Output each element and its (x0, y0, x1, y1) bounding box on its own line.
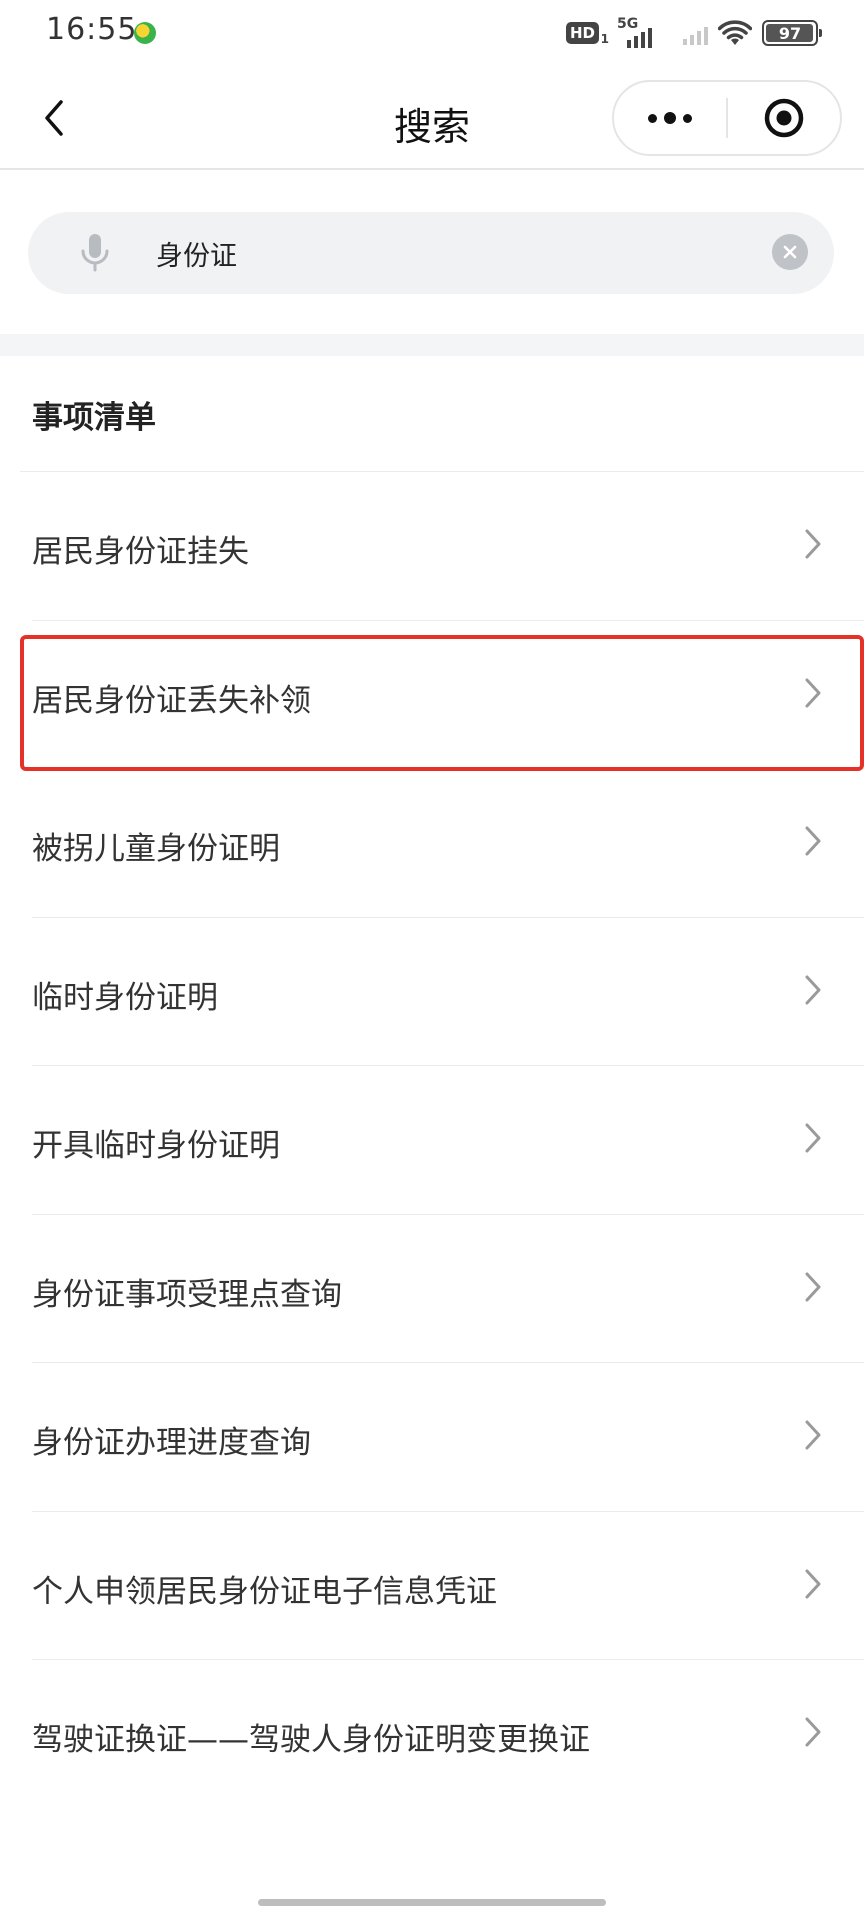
status-bar: 16:55 HD 1 5G 97 (0, 0, 864, 66)
close-miniprogram-button[interactable] (728, 82, 840, 154)
battery-icon: 97 (762, 20, 822, 46)
list-item[interactable]: 身份证办理进度查询 (32, 1363, 864, 1512)
chevron-right-icon (805, 975, 821, 1004)
status-indicators: HD 1 5G 97 (565, 16, 822, 50)
hd-label: HD (569, 24, 595, 42)
item-label: 驾驶证换证——驾驶人身份证明变更换证 (32, 1722, 590, 1758)
clear-search-button[interactable] (772, 234, 808, 270)
nav-bar: 搜索 (0, 66, 864, 170)
chevron-right-icon (805, 1272, 821, 1301)
item-label: 个人申领居民身份证电子信息凭证 (32, 1573, 497, 1610)
item-label: 被拐儿童身份证明 (32, 831, 280, 867)
search-area (0, 172, 864, 334)
section-divider (0, 334, 864, 356)
item-label: 居民身份证丢失补领 (32, 682, 311, 719)
cellular-signal-icon (683, 21, 708, 45)
list-item[interactable]: 开具临时身份证明 (32, 1066, 864, 1215)
chevron-right-icon (805, 678, 821, 707)
list-item[interactable]: 被拐儿童身份证明 (32, 769, 864, 918)
section-header: 事项清单 (20, 356, 864, 472)
item-label: 身份证事项受理点查询 (32, 1276, 342, 1313)
search-screen: 16:55 HD 1 5G 97 搜索 身份证 事项清单 居民身份证挂失 居民身… (0, 0, 864, 1920)
chevron-right-icon (805, 1420, 821, 1450)
home-indicator[interactable] (258, 1899, 606, 1906)
search-input[interactable] (156, 212, 756, 294)
list-item[interactable]: 身份证事项受理点查询 (32, 1215, 864, 1363)
chevron-right-icon (805, 826, 821, 856)
item-label: 身份证办理进度查询 (32, 1425, 311, 1461)
chevron-right-icon (805, 529, 821, 559)
item-label: 居民身份证挂失 (32, 534, 249, 570)
status-time: 16:55 (46, 12, 138, 47)
chevron-right-icon (805, 1569, 821, 1598)
clear-x-icon (783, 245, 797, 259)
chevron-right-icon (805, 1123, 821, 1153)
app-notification-icon (134, 22, 156, 44)
miniprogram-capsule (612, 80, 842, 156)
search-box[interactable] (28, 212, 834, 294)
list-item[interactable]: 个人申领居民身份证电子信息凭证 (32, 1512, 864, 1660)
item-label: 临时身份证明 (32, 979, 218, 1016)
hd-icon: HD 1 (565, 22, 609, 46)
list-item[interactable]: 临时身份证明 (32, 918, 864, 1066)
list-item[interactable]: 驾驶证换证——驾驶人身份证明变更换证 (32, 1660, 864, 1809)
target-circle-icon (764, 98, 804, 138)
chevron-right-icon (805, 1717, 821, 1747)
battery-level: 97 (778, 23, 802, 43)
item-label: 开具临时身份证明 (32, 1128, 280, 1164)
result-list: 事项清单 居民身份证挂失 居民身份证丢失补领 被拐儿童身份证明 临时身份证明 开… (0, 356, 864, 1809)
more-dots-icon (648, 113, 657, 123)
wifi-icon (718, 20, 752, 45)
hd-sub: 1 (600, 32, 609, 46)
section-title: 事项清单 (32, 400, 156, 436)
list-item[interactable]: 居民身份证挂失 (32, 472, 864, 621)
microphone-icon[interactable] (78, 232, 112, 274)
more-button[interactable] (614, 82, 726, 154)
list-item-highlighted[interactable]: 居民身份证丢失补领 (20, 621, 864, 770)
cellular-5g-icon: 5G (617, 16, 659, 48)
